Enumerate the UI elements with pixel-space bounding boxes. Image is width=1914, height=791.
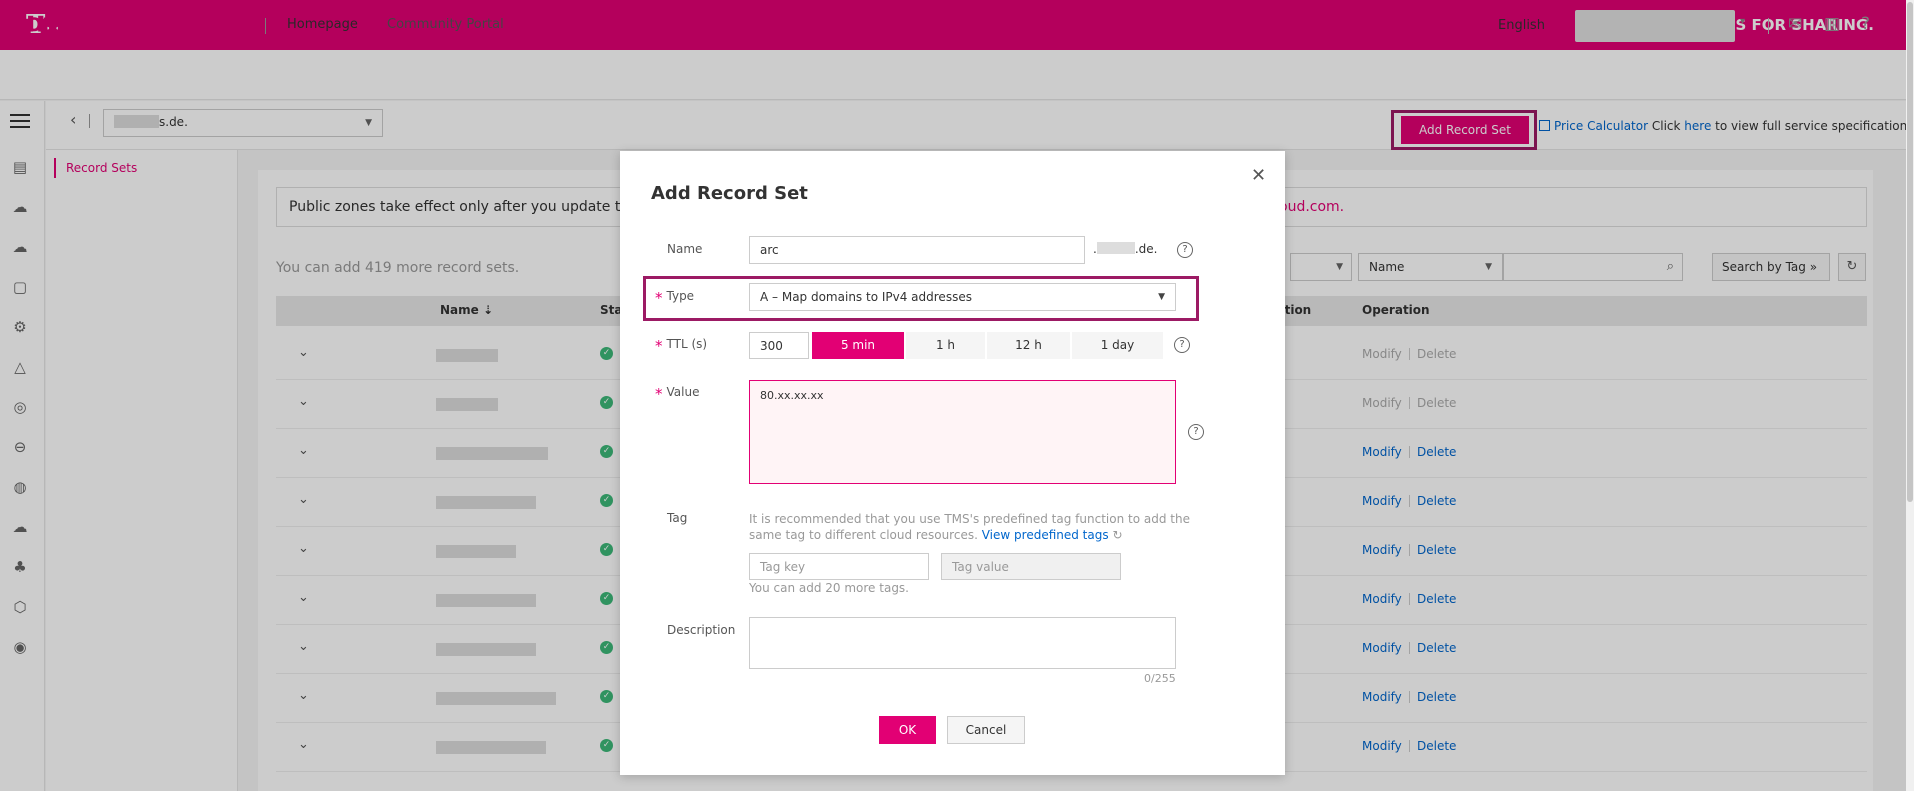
- ok-button[interactable]: OK: [879, 716, 936, 744]
- name-label: Name: [667, 242, 703, 256]
- ttl-option-12h[interactable]: 12 h: [987, 332, 1070, 359]
- type-select[interactable]: A – Map domains to IPv4 addresses ▼: [749, 283, 1176, 311]
- required-marker: *: [655, 289, 663, 307]
- ttl-option-1day[interactable]: 1 day: [1072, 332, 1163, 359]
- type-label: * Type: [655, 289, 695, 307]
- tag-info: It is recommended that you use TMS's pre…: [749, 512, 1190, 542]
- help-icon[interactable]: ?: [1177, 242, 1193, 258]
- required-marker: *: [655, 385, 663, 403]
- value-label: * Value: [655, 385, 700, 403]
- ttl-option-5min[interactable]: 5 min: [812, 332, 904, 359]
- view-predefined-tags-link[interactable]: View predefined tags: [982, 528, 1109, 542]
- scrollbar-thumb[interactable]: [1907, 2, 1913, 502]
- tag-value-input[interactable]: Tag value: [941, 553, 1121, 580]
- help-icon[interactable]: ?: [1188, 424, 1204, 440]
- description-textarea[interactable]: [749, 617, 1176, 669]
- tag-label: Tag: [667, 511, 688, 525]
- description-char-count: 0/255: [1144, 672, 1176, 685]
- refresh-icon[interactable]: ↻: [1112, 528, 1122, 542]
- value-textarea[interactable]: 80.xx.xx.xx: [749, 380, 1176, 484]
- dialog-title: Add Record Set: [651, 183, 808, 204]
- ttl-option-1h[interactable]: 1 h: [906, 332, 985, 359]
- required-marker: *: [655, 337, 663, 355]
- chevron-down-icon: ▼: [1158, 292, 1165, 302]
- name-input[interactable]: arc: [749, 236, 1085, 264]
- tag-key-input[interactable]: Tag key: [749, 553, 929, 580]
- ttl-input[interactable]: 300: [749, 332, 809, 359]
- tag-count-text: You can add 20 more tags.: [749, 581, 909, 595]
- help-icon[interactable]: ?: [1174, 337, 1190, 353]
- ttl-label: * TTL (s): [655, 337, 708, 355]
- cancel-button[interactable]: Cancel: [947, 716, 1025, 744]
- redacted-text: [1096, 242, 1135, 254]
- close-icon[interactable]: ✕: [1251, 165, 1266, 186]
- zone-suffix: . .de.: [1093, 242, 1158, 256]
- description-label: Description: [667, 623, 736, 637]
